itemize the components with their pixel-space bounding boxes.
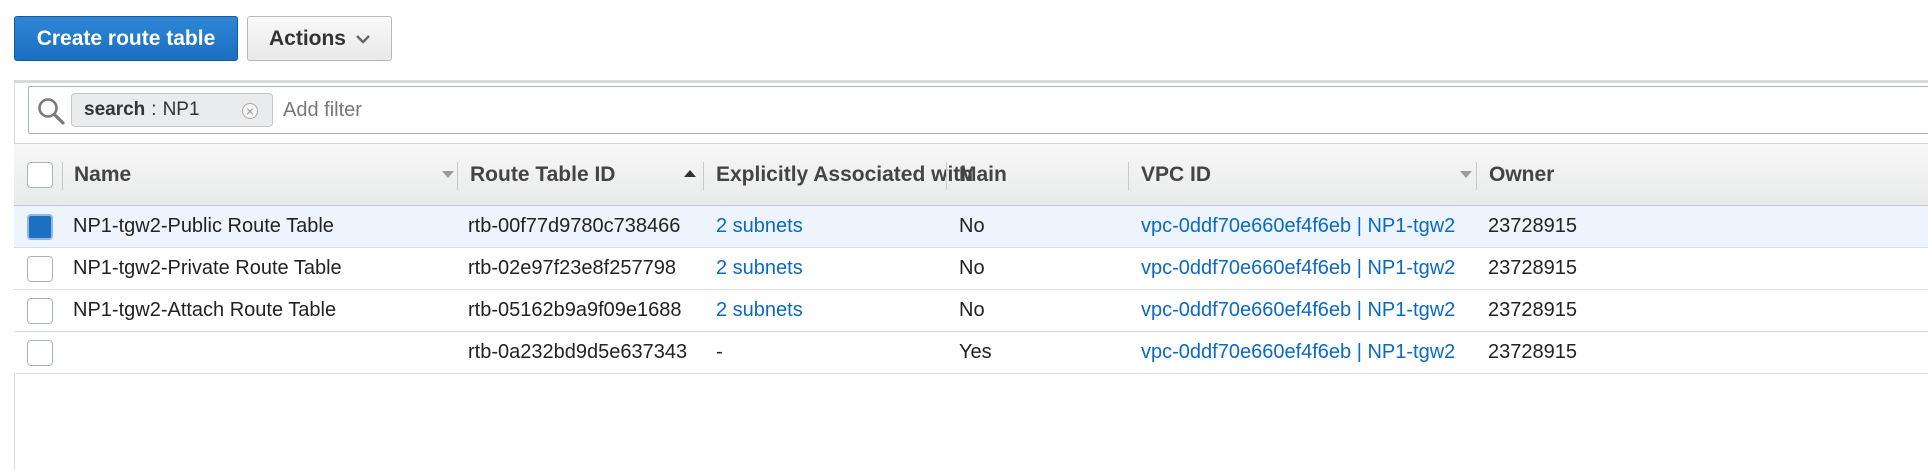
owner-value: 23728915 xyxy=(1488,257,1577,279)
table-row[interactable]: NP1-tgw2-Private Route Table rtb-02e97f2… xyxy=(14,248,1928,290)
column-header-main-label: Main xyxy=(959,162,1007,186)
route-table-name: NP1-tgw2-Private Route Table xyxy=(73,257,342,279)
main-value: No xyxy=(959,299,985,321)
column-header-associated-label: Explicitly Associated with xyxy=(716,162,974,186)
route-table-name: NP1-tgw2-Attach Route Table xyxy=(73,299,337,321)
filter-token-value: NP1 xyxy=(162,99,200,120)
row-checkbox[interactable] xyxy=(27,298,53,324)
table-header: Name Route Table ID Explicitly Associate… xyxy=(14,143,1928,206)
route-table-id: rtb-02e97f23e8f257798 xyxy=(468,257,676,279)
column-divider xyxy=(1128,162,1129,190)
column-header-name[interactable]: Name xyxy=(74,144,131,205)
filter-bar: search : NP1 xyxy=(28,86,1928,134)
sort-down-icon[interactable] xyxy=(1460,171,1472,179)
column-divider xyxy=(1476,162,1477,190)
remove-filter-icon[interactable] xyxy=(242,103,258,119)
associated-value: - xyxy=(716,341,723,363)
column-header-vpc-id-label: VPC ID xyxy=(1141,162,1212,186)
associated-subnets-link[interactable]: 2 subnets xyxy=(716,248,803,289)
main-value: No xyxy=(959,215,985,237)
route-table-name: NP1-tgw2-Public Route Table xyxy=(73,215,334,237)
route-table-id: rtb-0a232bd9d5e637343 xyxy=(468,341,688,363)
row-checkbox[interactable] xyxy=(27,256,53,282)
search-icon xyxy=(38,98,65,125)
select-all-checkbox[interactable] xyxy=(27,162,53,188)
table-row[interactable]: rtb-0a232bd9d5e637343 - Yes vpc-0ddf70e6… xyxy=(14,332,1928,374)
create-route-table-label: Create route table xyxy=(36,26,216,50)
column-divider xyxy=(703,162,704,190)
column-divider xyxy=(62,162,63,190)
column-divider xyxy=(946,162,947,190)
column-header-owner-label: Owner xyxy=(1489,162,1555,186)
filter-token-separator: : xyxy=(151,99,157,120)
column-header-route-table-id[interactable]: Route Table ID xyxy=(470,144,615,205)
associated-subnets-link[interactable]: 2 subnets xyxy=(716,290,803,331)
add-filter-input[interactable] xyxy=(281,87,781,133)
route-table-id: rtb-00f77d9780c738466 xyxy=(468,215,681,237)
column-divider xyxy=(457,162,458,190)
vpc-id-link[interactable]: vpc-0ddf70e660ef4f6eb | NP1-tgw2 xyxy=(1141,248,1455,289)
sort-down-icon[interactable] xyxy=(442,171,454,179)
sort-up-icon[interactable] xyxy=(684,170,696,178)
route-table-id: rtb-05162b9a9f09e1688 xyxy=(468,299,682,321)
main-value: No xyxy=(959,257,985,279)
vpc-id-link[interactable]: vpc-0ddf70e660ef4f6eb | NP1-tgw2 xyxy=(1141,332,1455,373)
chevron-down-icon xyxy=(356,34,370,44)
main-value: Yes xyxy=(959,341,992,363)
vpc-id-link[interactable]: vpc-0ddf70e660ef4f6eb | NP1-tgw2 xyxy=(1141,290,1455,331)
actions-dropdown-button[interactable]: Actions xyxy=(247,16,392,61)
row-checkbox[interactable] xyxy=(27,340,53,366)
table-row[interactable]: NP1-tgw2-Public Route Table rtb-00f77d97… xyxy=(14,206,1928,248)
column-header-name-label: Name xyxy=(74,162,132,186)
column-header-route-table-id-label: Route Table ID xyxy=(470,162,616,186)
vpc-id-link[interactable]: vpc-0ddf70e660ef4f6eb | NP1-tgw2 xyxy=(1141,206,1455,247)
table-row[interactable]: NP1-tgw2-Attach Route Table rtb-05162b9a… xyxy=(14,290,1928,332)
column-header-vpc-id[interactable]: VPC ID xyxy=(1141,144,1211,205)
column-header-main[interactable]: Main xyxy=(959,144,1007,205)
filter-token-key: search xyxy=(84,99,146,120)
owner-value: 23728915 xyxy=(1488,215,1577,237)
owner-value: 23728915 xyxy=(1488,299,1577,321)
column-header-owner[interactable]: Owner xyxy=(1489,144,1554,205)
row-checkbox[interactable] xyxy=(27,214,53,240)
create-route-table-button[interactable]: Create route table xyxy=(14,16,238,61)
column-header-associated[interactable]: Explicitly Associated with xyxy=(716,144,973,205)
filter-token[interactable]: search : NP1 xyxy=(71,93,273,127)
associated-subnets-link[interactable]: 2 subnets xyxy=(716,206,803,247)
actions-label: Actions xyxy=(268,26,346,50)
owner-value: 23728915 xyxy=(1488,341,1577,363)
